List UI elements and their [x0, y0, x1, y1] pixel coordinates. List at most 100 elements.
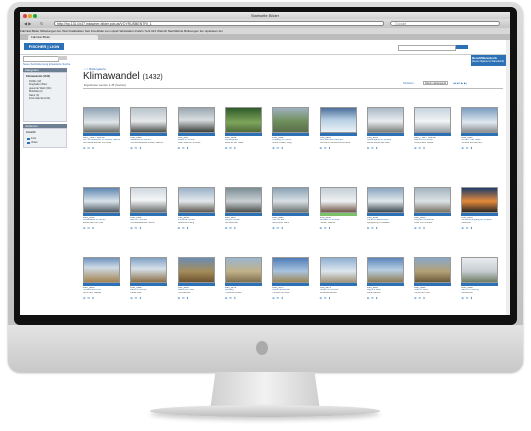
card-action-icons[interactable]: ⊕ ✉ ⬇ [225, 296, 237, 300]
close-window-icon[interactable] [23, 13, 27, 18]
card-action-icons[interactable]: ⊕ ✉ ⬇ [178, 296, 190, 300]
status-bar [366, 213, 404, 216]
image-thumbnail[interactable] [319, 107, 357, 133]
image-description: Schneebedeckte Steine [130, 222, 155, 225]
card-action-icons[interactable]: ⊕ ✉ ⬇ [178, 146, 190, 150]
pagination[interactable]: |◀ ◀ 1 ▶ ▶| [453, 82, 467, 85]
image-thumbnail[interactable] [130, 107, 168, 133]
refine-item-foto[interactable]: Foto [31, 137, 36, 140]
image-thumbnail[interactable] [272, 257, 310, 283]
page-title: Klimawandel (1432) [83, 71, 163, 82]
image-thumbnail[interactable] [83, 107, 120, 133]
card-action-icons[interactable]: ⊕ ✉ ⬇ [83, 146, 95, 150]
card-action-icons[interactable]: ⊕ ✉ ⬇ [272, 146, 284, 150]
scrollbar[interactable] [506, 40, 510, 315]
image-description: Herbstfarben [177, 292, 191, 295]
image-thumbnail[interactable] [224, 257, 262, 283]
app-search-input[interactable] [398, 45, 456, 51]
status-bar [224, 283, 262, 286]
monitor-stand-foot [150, 405, 380, 417]
minimize-window-icon[interactable] [28, 13, 32, 18]
card-action-icons[interactable]: ⊕ ✉ ⬇ [367, 146, 379, 150]
status-bar [177, 283, 215, 286]
image-description: Schneereste [224, 222, 238, 225]
card-action-icons[interactable]: ⊕ ✉ ⬇ [320, 146, 332, 150]
image-thumbnail[interactable] [366, 187, 404, 213]
image-thumbnail[interactable] [366, 107, 404, 133]
image-description: Winterlandschaft [319, 292, 337, 295]
card-action-icons[interactable]: ⊕ ✉ ⬇ [461, 296, 473, 300]
image-thumbnail[interactable] [461, 187, 499, 213]
sidebar-item-klimawandel[interactable]: Klimawandel (1432) [26, 75, 50, 78]
card-action-icons[interactable]: ⊕ ✉ ⬇ [225, 146, 237, 150]
browser-search-input[interactable]: Google [390, 20, 500, 26]
back-forward-icon[interactable]: ◀ ▶ [24, 21, 31, 26]
image-thumbnail[interactable] [414, 107, 452, 133]
image-description: Schneelandschaft mit Fluss [83, 142, 112, 145]
card-action-icons[interactable]: ⊕ ✉ ⬇ [83, 226, 95, 230]
image-thumbnail[interactable] [224, 107, 262, 133]
app-search-button[interactable] [456, 45, 468, 49]
foto-checkbox[interactable] [27, 137, 30, 140]
results-info: Ergebnisse werden 1-45 (Sortiert) [84, 83, 126, 87]
basket-box[interactable]: Bereit/Warenkorb (Keine Objekte im Waren… [471, 55, 506, 66]
refine-item-video[interactable]: Video [31, 141, 38, 144]
status-bar [461, 213, 499, 216]
video-checkbox[interactable] [27, 141, 30, 144]
card-action-icons[interactable]: ⊕ ✉ ⬇ [461, 226, 473, 230]
card-action-icons[interactable]: ⊕ ✉ ⬇ [272, 296, 284, 300]
card-action-icons[interactable]: ⊕ ✉ ⬇ [320, 226, 332, 230]
card-action-icons[interactable]: ⊕ ✉ ⬇ [130, 296, 142, 300]
image-thumbnail[interactable] [83, 257, 120, 283]
basket-sub: (Keine Objekte im Warenkorb) [472, 60, 505, 63]
image-thumbnail[interactable] [177, 257, 215, 283]
sidebar-links[interactable]: Neue Suchstiumung Erweiterte Suche [23, 62, 70, 66]
image-thumbnail[interactable] [272, 107, 310, 133]
card-action-icons[interactable]: ⊕ ✉ ⬇ [130, 146, 142, 150]
image-description: Abendrot [461, 222, 471, 225]
image-thumbnail[interactable] [461, 257, 499, 283]
image-description: Spiegelung im Wasser [366, 222, 390, 225]
image-thumbnail[interactable] [319, 257, 357, 283]
sidebar-item-fotomaterial[interactable]: Fotomaterial (212) [29, 97, 50, 100]
image-thumbnail[interactable] [414, 257, 452, 283]
image-thumbnail[interactable] [366, 257, 404, 283]
zoom-window-icon[interactable] [33, 13, 37, 18]
card-action-icons[interactable]: ⊕ ✉ ⬇ [83, 296, 95, 300]
sort-select[interactable]: Datum absteigend [423, 81, 448, 85]
image-description: Kälte an der Stadt [224, 142, 244, 145]
card-action-icons[interactable]: ⊕ ✉ ⬇ [225, 226, 237, 230]
image-thumbnail[interactable] [177, 107, 215, 133]
refine-item-ansicht[interactable]: Ansicht [26, 131, 36, 134]
card-action-icons[interactable]: ⊕ ✉ ⬇ [272, 226, 284, 230]
card-action-icons[interactable]: ⊕ ✉ ⬇ [461, 146, 473, 150]
card-action-icons[interactable]: ⊕ ✉ ⬇ [414, 226, 426, 230]
image-description: Schneebedeckte Wiese, Bäume [130, 142, 163, 145]
app-logo[interactable]: FISCHER | LION [24, 43, 64, 50]
status-bar [461, 133, 499, 136]
reload-icon[interactable]: ↻ [40, 21, 43, 26]
image-description: Kahle Bäume [366, 292, 381, 295]
image-thumbnail[interactable] [83, 187, 120, 213]
card-action-icons[interactable]: ⊕ ✉ ⬇ [367, 296, 379, 300]
card-action-icons[interactable]: ⊕ ✉ ⬇ [178, 226, 190, 230]
image-thumbnail[interactable] [461, 107, 499, 133]
divider [83, 88, 503, 89]
sidebar-search-button[interactable] [58, 56, 67, 60]
card-action-icons[interactable]: ⊕ ✉ ⬇ [320, 296, 332, 300]
image-thumbnail[interactable] [224, 187, 262, 213]
card-action-icons[interactable]: ⊕ ✉ ⬇ [130, 226, 142, 230]
screen: Startseite Bilder ◀ ▶ ↻ http://hp.131.0x… [20, 12, 510, 315]
card-action-icons[interactable]: ⊕ ✉ ⬇ [414, 296, 426, 300]
image-thumbnail[interactable] [177, 187, 215, 213]
card-action-icons[interactable]: ⊕ ✉ ⬇ [414, 146, 426, 150]
image-thumbnail[interactable] [130, 187, 168, 213]
url-bar[interactable]: http://hp.131.0x37.inbacher-bilder.pdx.a… [54, 20, 384, 26]
image-thumbnail[interactable] [414, 187, 452, 213]
image-thumbnail[interactable] [272, 187, 310, 213]
status-bar [319, 213, 357, 216]
status-bar [414, 133, 452, 136]
image-thumbnail[interactable] [319, 187, 357, 213]
image-thumbnail[interactable] [130, 257, 168, 283]
card-action-icons[interactable]: ⊕ ✉ ⬇ [367, 226, 379, 230]
